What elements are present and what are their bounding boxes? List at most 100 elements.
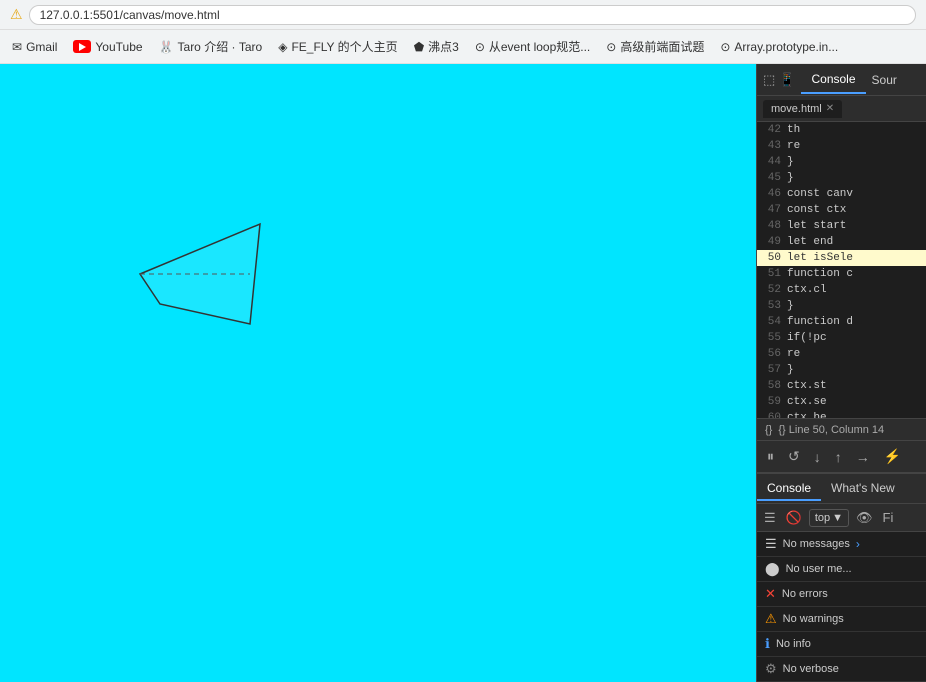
line-code: function d (787, 314, 853, 330)
tab-console[interactable]: Console (801, 66, 865, 94)
filter-icon[interactable]: Fi (880, 508, 897, 527)
code-line-60: 60 ctx.be (757, 410, 926, 418)
code-line-44: 44 } (757, 154, 926, 170)
code-line-55: 55 if(!pc (757, 330, 926, 346)
code-editor[interactable]: 42 th43 re44 }45 }46 const canv47 const … (757, 122, 926, 418)
bookmark-frontend[interactable]: ⊙ 高级前端面试题 (600, 35, 710, 58)
line-number: 60 (759, 410, 787, 418)
msg-text-5: No verbose (783, 663, 839, 675)
bookmarks-bar: ✉ Gmail YouTube 🐰 Taro 介绍 · Taro ◈ FE_FL… (0, 30, 926, 64)
warning-icon: ⚠ (10, 6, 23, 23)
file-tab-close[interactable]: ✕ (826, 103, 834, 114)
console-tab-console[interactable]: Console (757, 477, 821, 501)
github-icon-1: ⊙ (475, 40, 485, 54)
main-content: ⬚ 📱 Console Sour move.html ✕ 42 th43 re4… (0, 64, 926, 682)
clear-icon[interactable]: 🚫 (783, 508, 805, 528)
browser-address-bar: ⚠ 127.0.0.1:5501/canvas/move.html (0, 0, 926, 30)
expand-arrow-0[interactable]: › (856, 537, 860, 551)
inspect-icon[interactable]: ⬚ (763, 72, 775, 88)
bookmark-fefly[interactable]: ◈ FE_FLY 的个人主页 (272, 35, 403, 58)
console-messages: ☰ No messages › ⬤ No user me... ✕ No err… (757, 532, 926, 682)
debug-toolbar: ⏸ ↺ ↓ ↑ → ⚡ (757, 440, 926, 472)
console-msg-0: ☰ No messages › (757, 532, 926, 557)
deactivate-icon[interactable]: ⚡ (880, 446, 905, 467)
line-number: 44 (759, 154, 787, 170)
bookmark-youtube[interactable]: YouTube (67, 37, 148, 57)
line-code: ctx.se (787, 394, 827, 410)
line-code: ctx.be (787, 410, 827, 418)
line-code: const canv (787, 186, 853, 202)
code-line-51: 51 function c (757, 266, 926, 282)
canvas-area (0, 64, 756, 682)
line-number: 48 (759, 218, 787, 234)
taro-icon: 🐰 (159, 40, 174, 54)
console-msg-2: ✕ No errors (757, 582, 926, 607)
line-number: 57 (759, 362, 787, 378)
line-code: } (787, 154, 794, 170)
canvas-shape (130, 214, 290, 337)
step-into-icon[interactable]: ↓ (810, 447, 825, 467)
step-icon[interactable]: → (852, 447, 874, 467)
code-line-46: 46 const canv (757, 186, 926, 202)
devtools-panel: ⬚ 📱 Console Sour move.html ✕ 42 th43 re4… (756, 64, 926, 682)
device-icon[interactable]: 📱 (779, 72, 795, 88)
line-code: re (787, 138, 800, 154)
line-number: 45 (759, 170, 787, 186)
bookmark-eventloop[interactable]: ⊙ 从event loop规范... (469, 35, 596, 58)
console-toolbar: ☰ 🚫 top ▼ 👁 Fi (757, 504, 926, 532)
line-code: } (787, 362, 794, 378)
line-number: 42 (759, 122, 787, 138)
url-input[interactable]: 127.0.0.1:5501/canvas/move.html (29, 5, 916, 25)
line-code: } (787, 298, 794, 314)
line-code: ctx.cl (787, 282, 827, 298)
code-line-54: 54 function d (757, 314, 926, 330)
eye-icon[interactable]: 👁 (853, 508, 876, 528)
line-code: function c (787, 266, 853, 282)
msg-text-0: No messages (783, 538, 850, 550)
pause-icon[interactable]: ⏸ (763, 446, 778, 467)
error-icon: ✕ (765, 586, 776, 602)
bookmark-array[interactable]: ⊙ Array.prototype.in... (714, 37, 844, 57)
bookmark-taro[interactable]: 🐰 Taro 介绍 · Taro (153, 35, 269, 58)
step-out-icon[interactable]: ↑ (831, 447, 846, 467)
list-icon: ☰ (765, 536, 777, 552)
msg-text-2: No errors (782, 588, 828, 600)
sidebar-icon[interactable]: ☰ (761, 508, 779, 528)
code-line-57: 57 } (757, 362, 926, 378)
code-line-53: 53 } (757, 298, 926, 314)
context-dropdown[interactable]: top ▼ (809, 509, 849, 527)
code-line-47: 47 const ctx (757, 202, 926, 218)
line-number: 54 (759, 314, 787, 330)
line-code: re (787, 346, 800, 362)
gmail-icon: ✉ (12, 40, 22, 54)
status-bar: {} {} Line 50, Column 14 (757, 418, 926, 440)
file-tab-move-html[interactable]: move.html ✕ (763, 100, 842, 118)
line-number: 50 (759, 250, 787, 266)
dropdown-arrow: ▼ (832, 512, 843, 524)
bookmark-gmail[interactable]: ✉ Gmail (6, 37, 63, 57)
code-line-42: 42 th (757, 122, 926, 138)
line-number: 55 (759, 330, 787, 346)
line-number: 52 (759, 282, 787, 298)
brackets-icon: {} (765, 424, 772, 436)
cursor-position: {} Line 50, Column 14 (778, 424, 884, 436)
github-icon-3: ⊙ (720, 40, 730, 54)
line-number: 51 (759, 266, 787, 282)
circle-icon: ⬤ (765, 561, 780, 577)
console-msg-1: ⬤ No user me... (757, 557, 926, 582)
line-code: let isSele (787, 250, 853, 266)
fefly-icon: ◈ (278, 40, 287, 54)
console-section: Console What's New ☰ 🚫 top ▼ 👁 Fi ☰ No m… (757, 472, 926, 682)
line-code: let start (787, 218, 846, 234)
code-line-50: 50 let isSele (757, 250, 926, 266)
line-code: ctx.st (787, 378, 827, 394)
console-tab-whatsnew[interactable]: What's New (821, 477, 905, 501)
tab-sources-partial[interactable]: Sour (866, 67, 903, 93)
step-over-icon[interactable]: ↺ (784, 446, 804, 467)
console-tabs: Console What's New (757, 474, 926, 504)
line-number: 58 (759, 378, 787, 394)
bookmark-juejin[interactable]: ⬟ 沸点3 (408, 35, 465, 58)
top-label: top (815, 512, 830, 524)
msg-text-3: No warnings (783, 613, 844, 625)
line-code: if(!pc (787, 330, 827, 346)
